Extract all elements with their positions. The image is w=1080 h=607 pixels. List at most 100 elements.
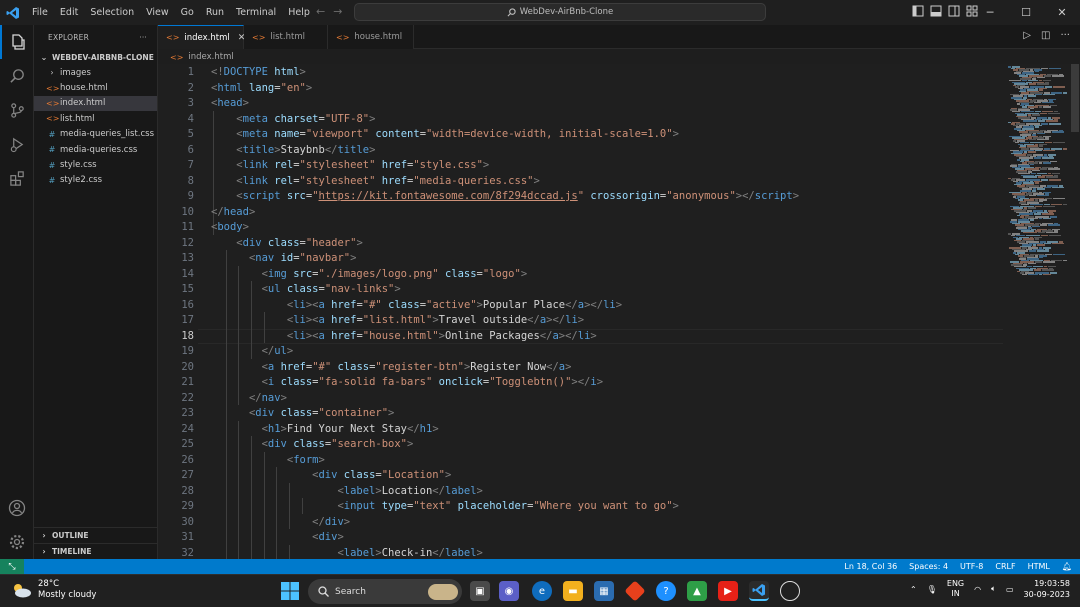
settings-gear-icon[interactable] (0, 525, 34, 559)
tree-item-media-queries-css[interactable]: # media-queries.css (34, 142, 157, 157)
code-line[interactable]: <head> (211, 97, 249, 109)
code-line[interactable]: <div class="header"> (211, 237, 362, 249)
code-line[interactable]: <html lang="en"> (211, 82, 312, 94)
code-line[interactable]: <link rel="stylesheet" href="style.css"> (211, 159, 489, 171)
stock-chart-icon[interactable]: ▲ (687, 581, 707, 601)
code-line[interactable]: </head> (211, 206, 255, 218)
battery-icon[interactable]: ▭ (1006, 585, 1014, 594)
run-debug-icon[interactable] (0, 127, 34, 161)
extensions-icon[interactable] (0, 161, 34, 195)
menu-file[interactable]: File (26, 7, 54, 18)
code-line[interactable]: <meta charset="UTF-8"> (211, 113, 375, 125)
toggle-secondary-sidebar-icon[interactable] (948, 5, 960, 17)
code-line[interactable]: <li><a href="house.html">Online Packages… (211, 330, 597, 342)
code-line[interactable]: <a href="#" class="register-btn">Registe… (211, 361, 572, 373)
code-line[interactable]: <input type="text" placeholder="Where yo… (211, 500, 678, 512)
indentation[interactable]: Spaces: 4 (909, 562, 948, 571)
menu-terminal[interactable]: Terminal (230, 7, 282, 18)
code-line[interactable]: <div> (211, 531, 344, 543)
code-line[interactable]: <i class="fa-solid fa-bars" onclick="Tog… (211, 376, 603, 388)
minimize-icon[interactable]: ─ (972, 0, 1008, 25)
code-line[interactable]: <li><a href="list.html">Travel outside</… (211, 314, 584, 326)
task-view-icon[interactable]: ▣ (470, 581, 490, 601)
language-mode[interactable]: HTML (1028, 562, 1050, 571)
tree-item-house-html[interactable]: <> house.html (34, 80, 157, 95)
outline-section[interactable]: › OUTLINE (34, 527, 158, 543)
teams-chat-icon[interactable]: ◉ (499, 581, 519, 601)
code-line[interactable]: <body> (211, 221, 249, 233)
show-hidden-icons-icon[interactable]: ⌃ (910, 585, 917, 594)
code-line[interactable]: <div class="search-box"> (211, 438, 414, 450)
remote-indicator-icon[interactable]: ⤡ (0, 559, 24, 574)
minimap[interactable] (1006, 64, 1070, 559)
tree-item-style-css[interactable]: # style.css (34, 157, 157, 172)
end-of-line[interactable]: CRLF (995, 562, 1015, 571)
tree-item-index-html[interactable]: <> index.html (34, 95, 157, 112)
timeline-section[interactable]: › TIMELINE (34, 543, 158, 559)
microphone-icon[interactable]: 🎙︎ (927, 585, 937, 594)
windows-start-icon[interactable] (281, 582, 299, 600)
code-line[interactable]: <link rel="stylesheet" href="media-queri… (211, 175, 540, 187)
code-line[interactable]: <h1>Find Your Next Stay</h1> (211, 423, 439, 435)
back-arrow-icon[interactable]: ← (316, 5, 325, 18)
clock[interactable]: 19:03:58 30-09-2023 (1024, 578, 1071, 600)
code-line[interactable]: </div> (211, 516, 350, 528)
tree-item-list-html[interactable]: <> list.html (34, 111, 157, 126)
maximize-icon[interactable]: ☐ (1008, 0, 1044, 25)
menu-run[interactable]: Run (200, 7, 230, 18)
code-line[interactable]: <div class="Location"> (211, 469, 451, 481)
code-line[interactable]: <div class="container"> (211, 407, 394, 419)
more-actions-icon[interactable]: ··· (139, 33, 147, 42)
more-actions-icon[interactable]: ··· (1060, 30, 1070, 41)
code-line[interactable]: <label>Check-in</label> (211, 547, 482, 559)
source-control-icon[interactable] (0, 93, 34, 127)
menu-edit[interactable]: Edit (54, 7, 84, 18)
tab-list-html[interactable]: <> list.html (244, 25, 328, 49)
workspace-folder[interactable]: ⌄ WEBDEV-AIRBNB-CLONE (34, 49, 157, 65)
search-icon[interactable] (0, 59, 34, 93)
tree-item-style2-css[interactable]: # style2.css (34, 173, 157, 188)
youtube-icon[interactable]: ▶ (718, 581, 738, 601)
chatgpt-icon[interactable] (780, 581, 800, 601)
split-editor-icon[interactable]: ◫ (1041, 30, 1050, 41)
code-line[interactable]: <img src="./images/logo.png" class="logo… (211, 268, 528, 280)
explorer-icon[interactable] (0, 25, 34, 59)
menu-help[interactable]: Help (282, 7, 316, 18)
code-line[interactable]: <nav id="navbar"> (211, 252, 357, 264)
notifications-bell-icon[interactable]: 🔔︎ (1062, 562, 1072, 571)
menu-view[interactable]: View (140, 7, 175, 18)
encoding[interactable]: UTF-8 (960, 562, 983, 571)
code-line[interactable]: <title>Staybnb</title> (211, 144, 375, 156)
diamond-app-icon[interactable] (624, 580, 646, 602)
accounts-icon[interactable] (0, 491, 34, 525)
volume-icon[interactable]: 🔈︎ (991, 584, 996, 594)
tree-item-media-queries-list-css[interactable]: # media-queries_list.css (34, 127, 157, 142)
microsoft-store-icon[interactable]: ▦ (594, 581, 614, 601)
code-editor[interactable]: 1 <!DOCTYPE html> 2 <html lang="en"> 3 <head>… (158, 64, 1080, 559)
cursor-position[interactable]: Ln 18, Col 36 (844, 562, 897, 571)
toggle-panel-icon[interactable] (930, 5, 942, 17)
breadcrumb-file[interactable]: index.html (188, 52, 233, 62)
vscode-taskbar-icon[interactable] (749, 581, 769, 601)
code-line[interactable]: </ul> (211, 345, 294, 357)
code-line[interactable]: <form> (211, 454, 325, 466)
tab-house-html[interactable]: <> house.html (328, 25, 414, 49)
code-line[interactable]: <meta name="viewport" content="width=dev… (211, 128, 679, 140)
editor-scrollbar[interactable] (1071, 64, 1079, 132)
tree-item-images[interactable]: › images (34, 65, 157, 80)
taskbar-search[interactable]: Search (308, 579, 462, 604)
code-line[interactable]: <label>Location</label> (211, 485, 482, 497)
menu-selection[interactable]: Selection (84, 7, 140, 18)
wifi-icon[interactable]: ◠ (974, 585, 981, 594)
code-line[interactable]: </nav> (211, 392, 287, 404)
language-indicator[interactable]: ENG IN (947, 579, 964, 599)
code-line[interactable]: <li><a href="#" class="active">Popular P… (211, 299, 622, 311)
toggle-primary-sidebar-icon[interactable] (912, 5, 924, 17)
run-play-icon[interactable]: ▷ (1023, 30, 1031, 41)
edge-browser-icon[interactable]: e (532, 581, 552, 601)
tab-index-html[interactable]: <> index.html ✕ (158, 25, 245, 49)
close-window-icon[interactable]: ✕ (1044, 0, 1080, 25)
file-explorer-icon[interactable]: ▬ (563, 581, 583, 601)
command-center-search[interactable]: WebDev-AirBnb-Clone (354, 3, 766, 21)
code-line[interactable]: <ul class="nav-links"> (211, 283, 401, 295)
